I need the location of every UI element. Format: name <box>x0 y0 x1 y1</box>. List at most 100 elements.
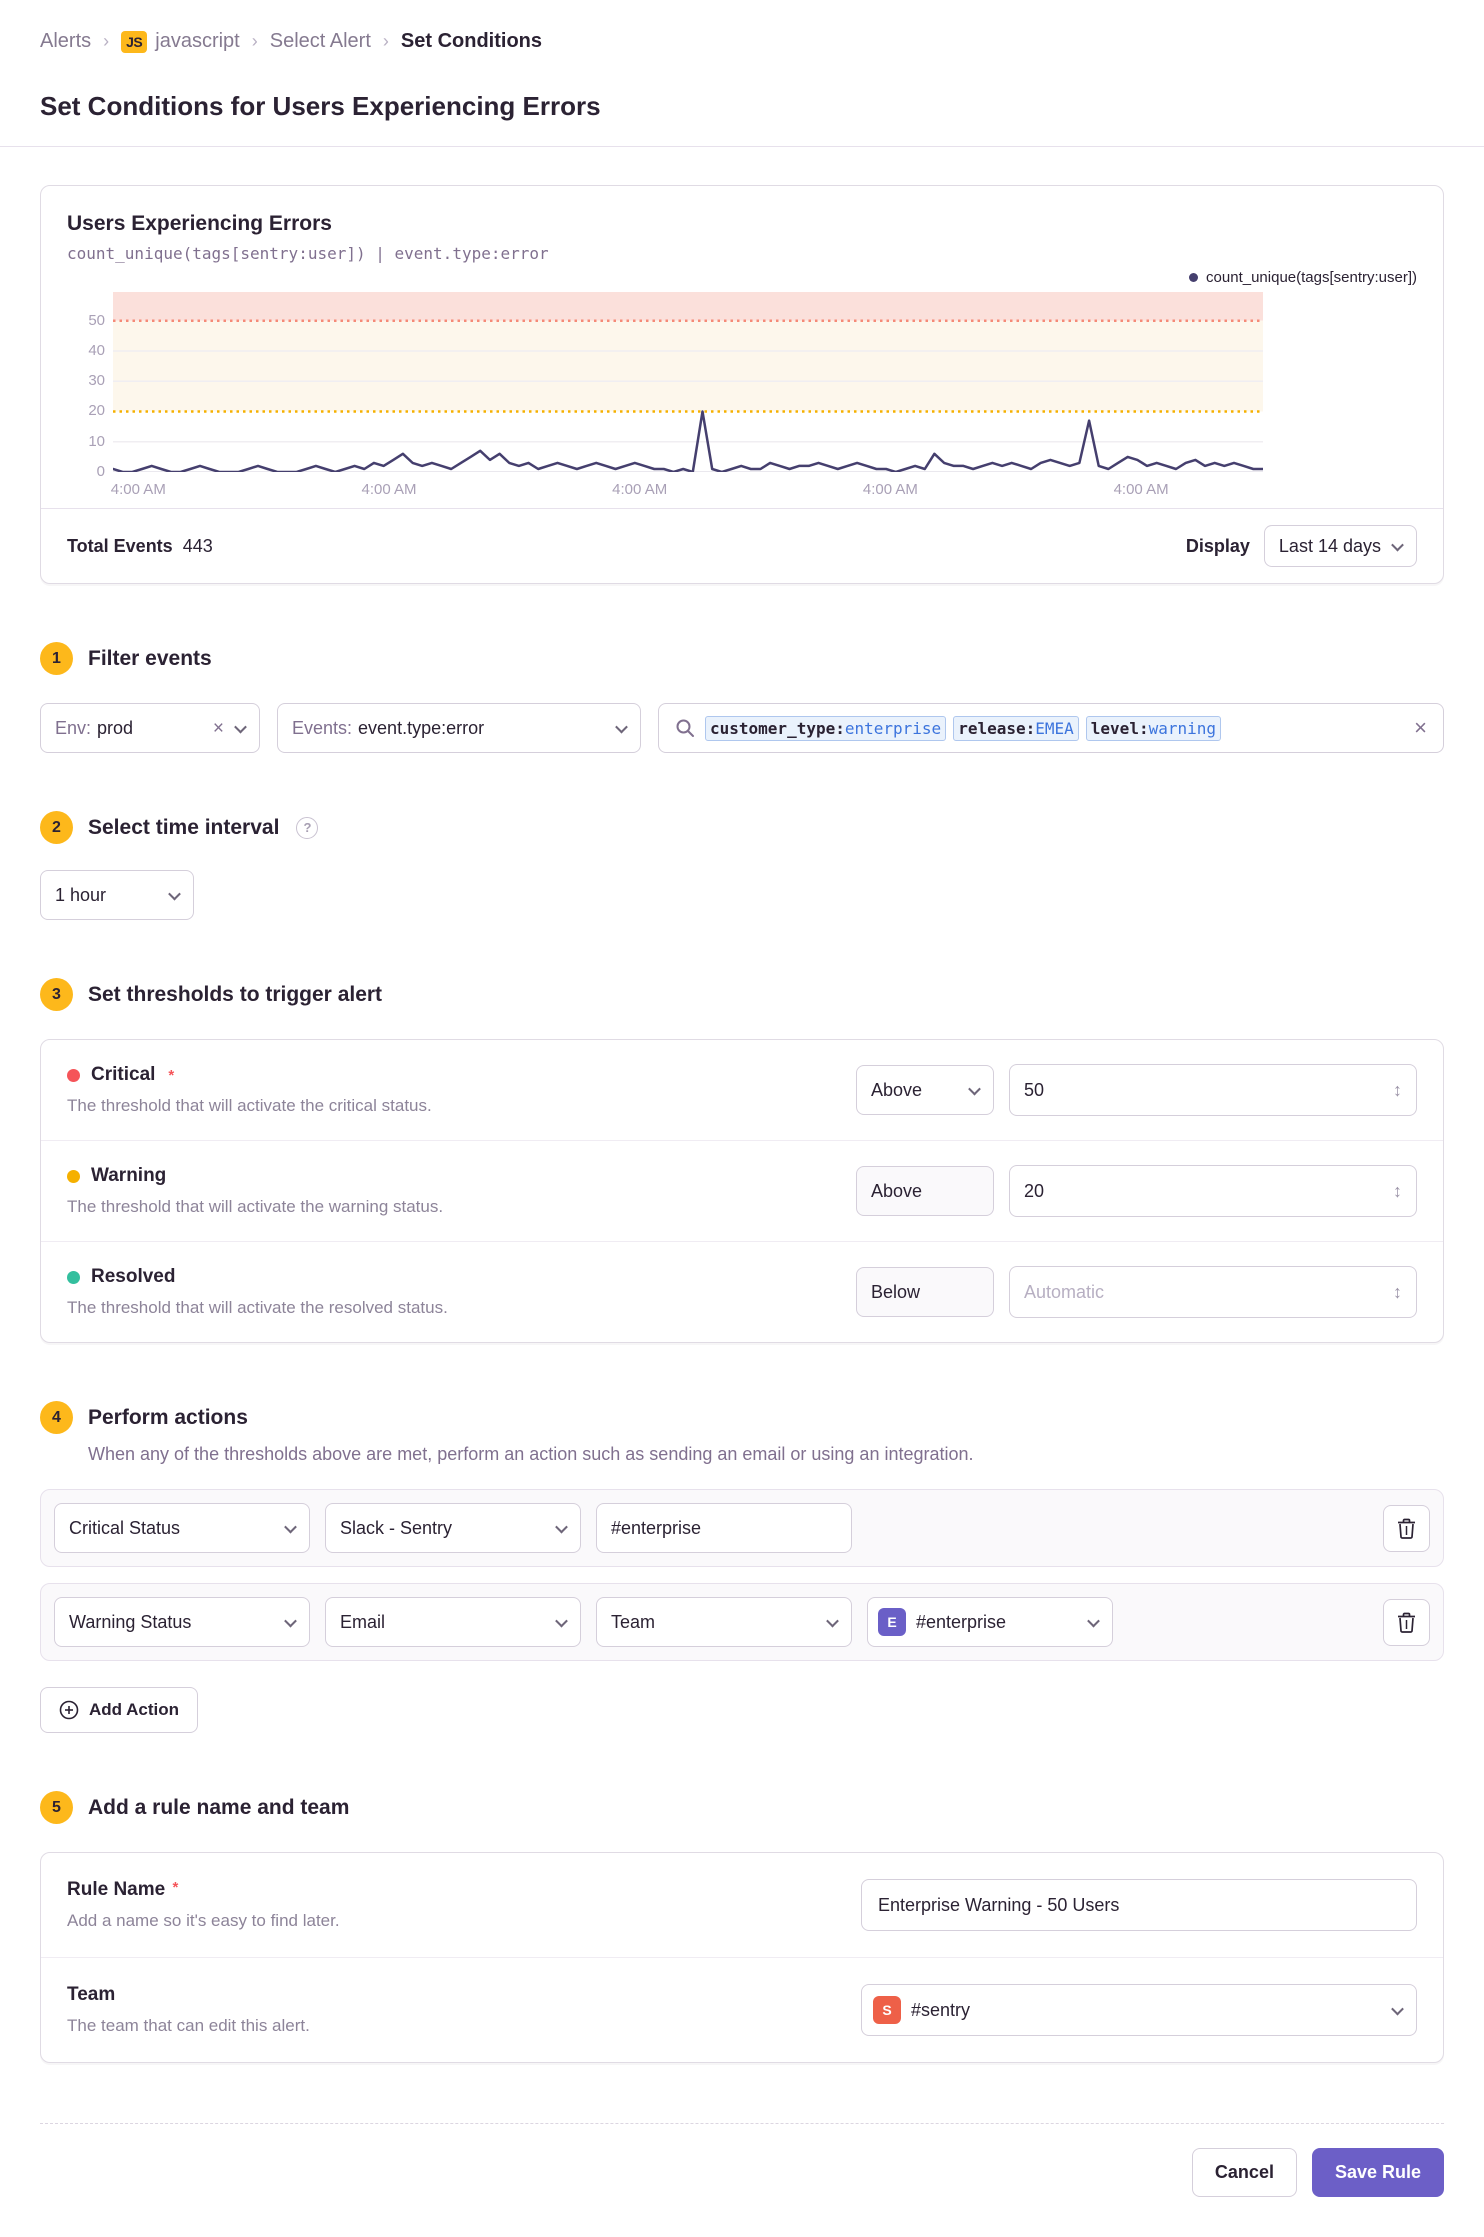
section-interval-title: Select time interval <box>88 815 280 839</box>
action-status-select[interactable]: Warning Status <box>54 1597 310 1647</box>
rule-name-row: Rule Name * Add a name so it's easy to f… <box>41 1853 1443 1958</box>
breadcrumb-separator: › <box>103 31 110 51</box>
section-filter-title: Filter events <box>88 646 212 670</box>
warning-threshold-input[interactable] <box>1024 1180 1393 1202</box>
section-thresholds: 3 Set thresholds to trigger alert <box>40 978 1444 1011</box>
delete-action-button[interactable] <box>1383 1504 1430 1552</box>
action-row-warning: Warning Status Email Team E #enterprise <box>40 1583 1444 1661</box>
warning-dot-icon <box>67 1169 80 1183</box>
action-target-type-select[interactable]: Team <box>596 1597 852 1647</box>
save-rule-button[interactable]: Save Rule <box>1311 2148 1444 2197</box>
critical-description: The threshold that will activate the cri… <box>67 1096 432 1115</box>
action-service-value: Slack - Sentry <box>340 1517 453 1538</box>
rule-team-value: #sentry <box>911 1999 971 2020</box>
set-conditions-page: Alerts › JS javascript › Select Alert › … <box>0 0 1484 2237</box>
alert-chart-card: Users Experiencing Errors count_unique(t… <box>40 185 1444 584</box>
chevron-down-icon <box>555 1520 568 1533</box>
breadcrumb-project[interactable]: JS javascript <box>121 30 240 53</box>
stepper-icon[interactable]: ↕ <box>1393 1282 1402 1303</box>
delete-action-button[interactable] <box>1383 1598 1430 1646</box>
section-actions-title: Perform actions <box>88 1405 248 1429</box>
y-tick-label: 20 <box>88 402 105 420</box>
warning-threshold-row: Warning The threshold that will activate… <box>41 1141 1443 1242</box>
action-service-value: Email <box>340 1611 386 1632</box>
breadcrumb: Alerts › JS javascript › Select Alert › … <box>40 0 1444 53</box>
event-types-select-label: Events: <box>292 717 353 738</box>
search-token: release:EMEA <box>953 715 1079 741</box>
action-service-select[interactable]: Slack - Sentry <box>325 1503 581 1553</box>
y-tick-label: 0 <box>96 463 105 480</box>
critical-threshold-row: Critical * The threshold that will activ… <box>41 1040 1443 1141</box>
trash-icon <box>1398 1612 1415 1633</box>
section-time-interval: 2 Select time interval ? <box>40 811 1444 844</box>
breadcrumb-alerts[interactable]: Alerts <box>40 30 91 53</box>
total-events-label: Total Events <box>67 535 173 556</box>
add-action-button[interactable]: Add Action <box>40 1687 199 1733</box>
rule-name-label: Rule Name <box>67 1879 166 1900</box>
stepper-icon[interactable]: ↕ <box>1393 1181 1402 1202</box>
chart-svg <box>113 292 1263 472</box>
chevron-down-icon <box>284 1520 297 1533</box>
x-tick-label: 4:00 AM <box>862 481 918 498</box>
y-tick-label: 10 <box>88 432 105 450</box>
warning-operator-button[interactable]: Above <box>856 1166 994 1216</box>
search-token: level:warning <box>1085 715 1222 741</box>
critical-threshold-input[interactable] <box>1024 1079 1393 1101</box>
chart-legend-label: count_unique(tags[sentry:user]) <box>1206 269 1417 286</box>
rule-name-input[interactable] <box>878 1894 1400 1916</box>
time-interval-select[interactable]: 1 hour <box>40 870 194 920</box>
rule-name-description: Add a name so it's easy to find later. <box>67 1911 340 1930</box>
action-target-field <box>596 1503 852 1553</box>
action-status-select[interactable]: Critical Status <box>54 1503 310 1553</box>
x-tick-label: 4:00 AM <box>110 481 166 498</box>
critical-operator-value: Above <box>871 1079 923 1100</box>
resolved-operator-button[interactable]: Below <box>856 1267 994 1317</box>
breadcrumb-select-alert[interactable]: Select Alert <box>270 30 371 53</box>
section-naming-title: Add a rule name and team <box>88 1795 350 1819</box>
step-1-badge: 1 <box>40 642 73 675</box>
action-status-value: Critical Status <box>69 1517 181 1538</box>
step-2-badge: 2 <box>40 811 73 844</box>
x-tick-label: 4:00 AM <box>1113 481 1169 498</box>
clear-search-icon[interactable]: × <box>1414 717 1427 739</box>
help-icon[interactable]: ? <box>296 816 319 839</box>
javascript-project-icon: JS <box>121 30 148 53</box>
team-sentry-avatar: S <box>873 1996 901 2024</box>
resolved-threshold-input[interactable] <box>1024 1281 1393 1303</box>
cancel-button[interactable]: Cancel <box>1191 2148 1297 2197</box>
chevron-down-icon <box>234 720 247 733</box>
event-types-select[interactable]: Events: event.type:error <box>277 703 641 753</box>
trash-icon <box>1398 1518 1415 1539</box>
search-query-tokens: customer_type:enterprise release:EMEA le… <box>705 715 1404 741</box>
rule-team-select[interactable]: S #sentry <box>861 1984 1417 2036</box>
filter-search-input[interactable]: customer_type:enterprise release:EMEA le… <box>658 703 1444 753</box>
section-thresholds-title: Set thresholds to trigger alert <box>88 982 383 1006</box>
critical-threshold-field: ↕ <box>1009 1064 1417 1116</box>
breadcrumb-separator: › <box>251 31 258 51</box>
stepper-icon[interactable]: ↕ <box>1393 1080 1402 1101</box>
environment-select[interactable]: Env: prod × <box>40 703 260 753</box>
critical-operator-select[interactable]: Above <box>856 1065 994 1115</box>
display-period-select[interactable]: Last 14 days <box>1263 525 1417 567</box>
x-tick-label: 4:00 AM <box>361 481 417 498</box>
x-tick-label: 4:00 AM <box>612 481 668 498</box>
action-row-critical: Critical Status Slack - Sentry <box>40 1489 1444 1567</box>
thresholds-card: Critical * The threshold that will activ… <box>40 1039 1444 1343</box>
warning-description: The threshold that will activate the war… <box>67 1197 444 1216</box>
plus-circle-icon <box>59 1700 79 1720</box>
action-team-select[interactable]: E #enterprise <box>867 1597 1113 1647</box>
chevron-down-icon <box>1087 1614 1100 1627</box>
action-target-input[interactable] <box>611 1517 837 1539</box>
resolved-threshold-row: Resolved The threshold that will activat… <box>41 1242 1443 1342</box>
search-token: customer_type:enterprise <box>705 715 947 741</box>
warning-label: Warning <box>91 1165 167 1186</box>
clear-environment-icon[interactable]: × <box>213 719 224 738</box>
action-team-value: #enterprise <box>916 1611 1007 1632</box>
step-4-badge: 4 <box>40 1401 73 1434</box>
chevron-down-icon <box>555 1614 568 1627</box>
warning-operator-value: Above <box>871 1180 923 1201</box>
chart-query: count_unique(tags[sentry:user]) | event.… <box>67 244 549 263</box>
y-tick-label: 40 <box>88 341 105 359</box>
team-description: The team that can edit this alert. <box>67 2016 310 2035</box>
action-service-select[interactable]: Email <box>325 1597 581 1647</box>
